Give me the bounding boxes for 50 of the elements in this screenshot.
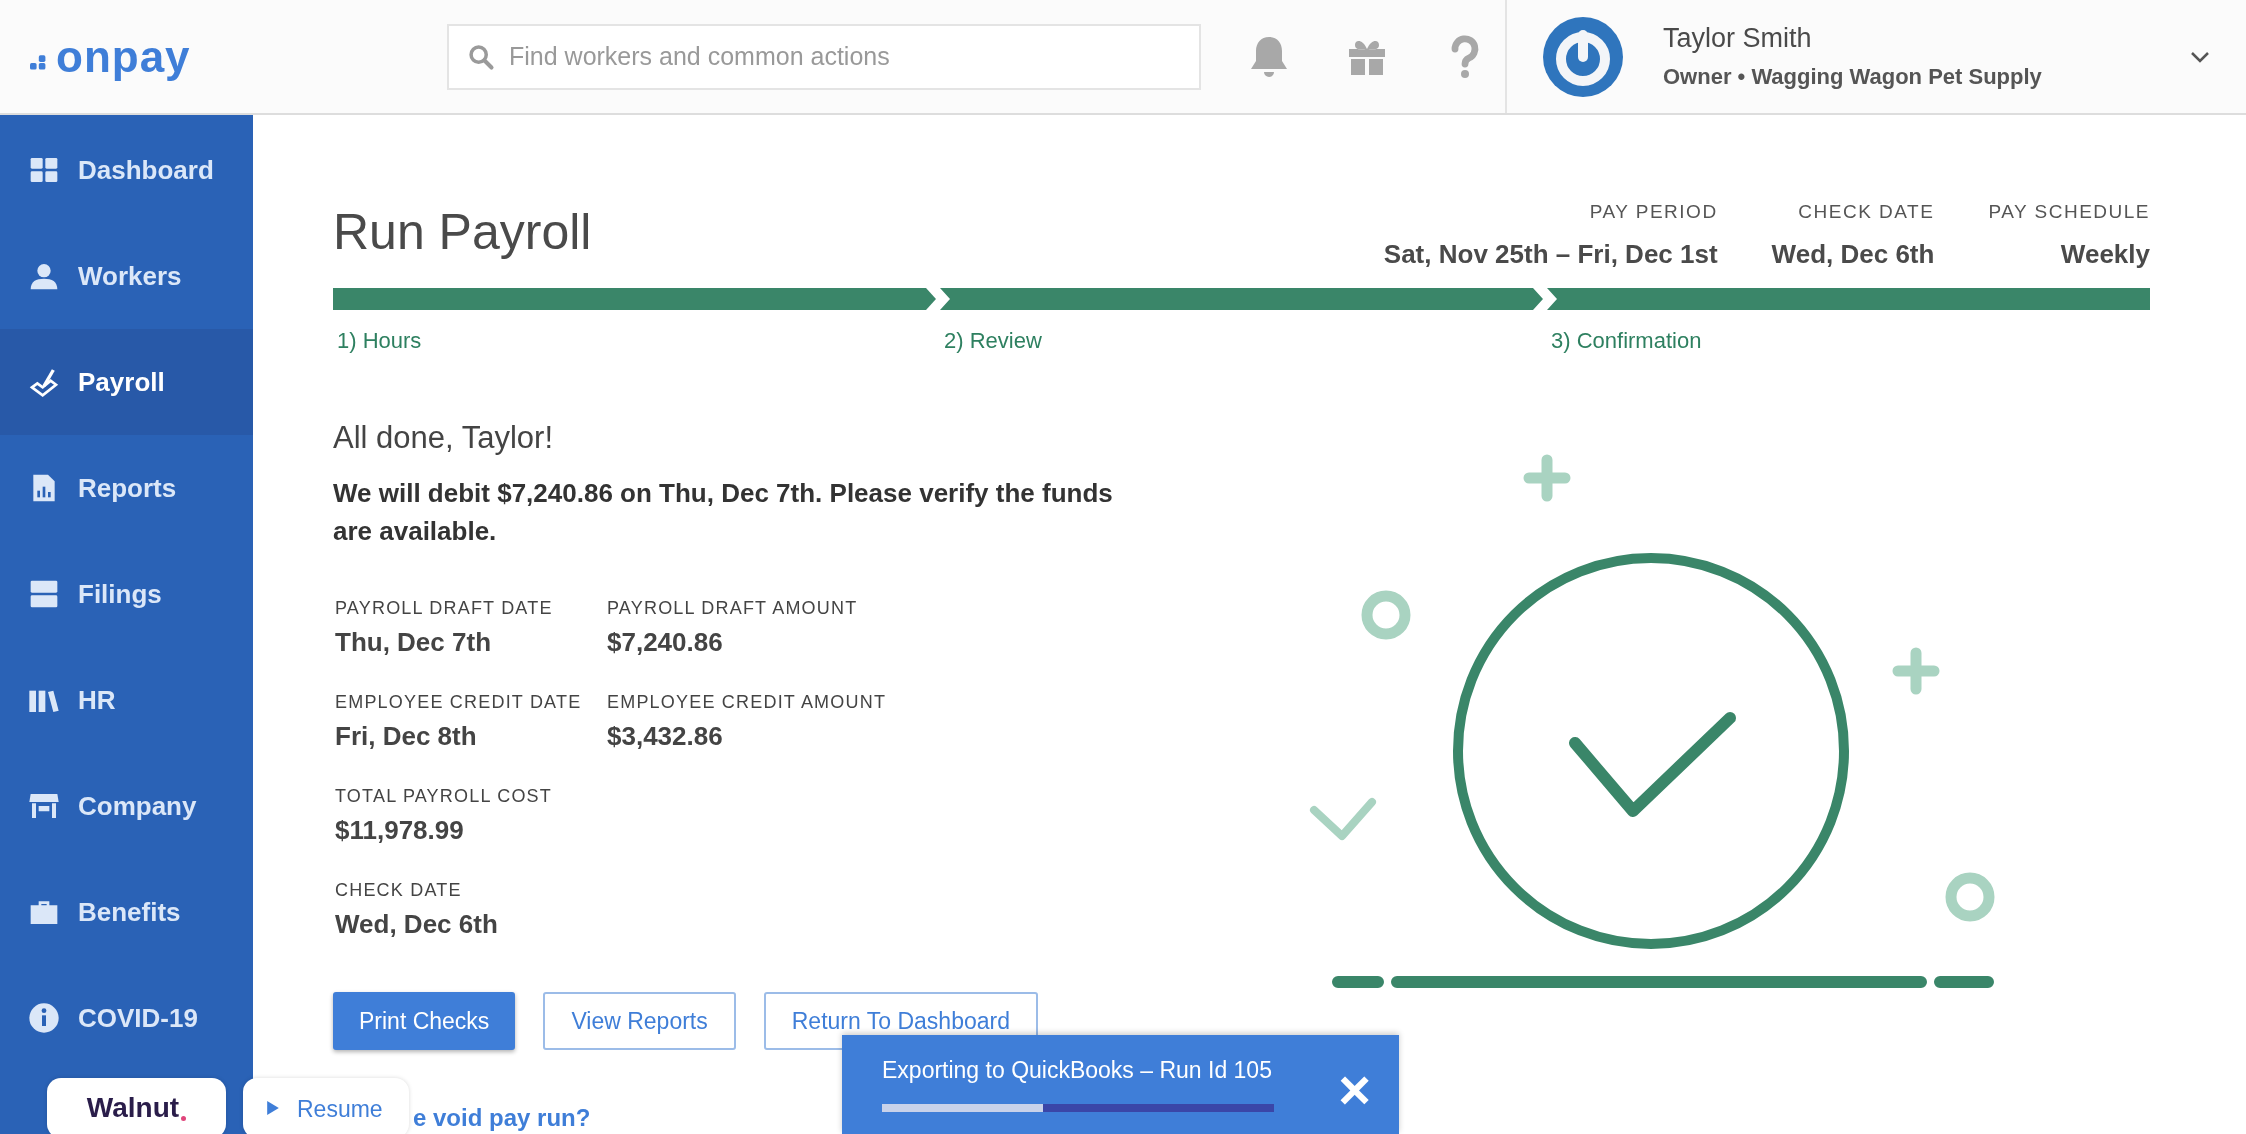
close-button[interactable]: × (1338, 1061, 1371, 1118)
void-link[interactable]: e void pay run? (413, 1104, 591, 1132)
detail-value: $7,240.86 (607, 627, 724, 658)
page-title: Run Payroll (333, 203, 592, 261)
detail-value: Wed, Dec 6th (335, 909, 499, 940)
sidebar-item[interactable]: COVID-19 (0, 965, 253, 1071)
detail-label: EMPLOYEE CREDIT AMOUNT (607, 692, 887, 713)
summary-value: Wed, Dec 6th (1771, 239, 1935, 270)
walnut-badge[interactable]: Walnut (47, 1078, 226, 1134)
summary-value: Weekly (2060, 239, 2150, 270)
toast-message: Exporting to QuickBooks – Run Id 105 (882, 1057, 1273, 1084)
sidebar-item[interactable]: Company (0, 753, 253, 859)
summary-value: Sat, Nov 25th – Fri, Dec 1st (1383, 239, 1718, 270)
print-button[interactable]: Print Checks (333, 992, 516, 1050)
avatar-icon[interactable] (1543, 16, 1623, 97)
detail-value: Fri, Dec 8th (335, 721, 478, 752)
sidebar-item[interactable]: Filings (0, 541, 253, 647)
search-icon (467, 42, 495, 71)
resume-button[interactable]: Resume (243, 1078, 409, 1134)
step-label[interactable]: 3) Confirmation (1547, 328, 2150, 354)
sidebar-item[interactable]: Benefits (0, 859, 253, 965)
success-heading: All done, Taylor! (333, 420, 554, 456)
detail-label: EMPLOYEE CREDIT DATE (335, 692, 583, 713)
summary-label: PAY PERIOD (1589, 201, 1718, 223)
cabinet-icon (28, 578, 60, 610)
detail-label: PAYROLL DRAFT DATE (335, 598, 554, 619)
step-label[interactable]: 2) Review (940, 328, 1543, 354)
summary-label: PAY SCHEDULE (1988, 201, 2150, 223)
user-role: Owner • Wagging Wagon Pet Supply (1663, 64, 2043, 90)
sidebar-item[interactable]: HR (0, 647, 253, 753)
action-button[interactable]: View Reports (543, 992, 736, 1050)
sidebar-item[interactable]: Dashboard (0, 117, 253, 223)
sidebar-item[interactable]: Reports (0, 435, 253, 541)
detail-label: CHECK DATE (335, 880, 463, 901)
sidebar-item[interactable]: Workers (0, 223, 253, 329)
step-label[interactable]: 1) Hours (333, 328, 936, 354)
detail-value: $3,432.86 (607, 721, 724, 752)
info-icon (28, 1002, 60, 1034)
debit-message: We will debit $7,240.86 on Thu, Dec 7th. Please verify the funds are available. (333, 477, 1114, 548)
detail-value: $11,978.99 (335, 815, 465, 846)
detail-label: PAYROLL DRAFT AMOUNT (607, 598, 859, 619)
onpay-logo[interactable]: onpay (0, 34, 420, 79)
chevron-down-icon[interactable] (2190, 50, 2210, 63)
user-name: Taylor Smith (1663, 23, 1813, 54)
sidebar-item[interactable]: Payroll (0, 329, 253, 435)
play-icon (267, 1101, 279, 1115)
search-field[interactable]: Find workers and common actions (447, 23, 1201, 90)
detail-value: Thu, Dec 7th (335, 627, 492, 658)
summary-label: CHECK DATE (1798, 201, 1935, 223)
detail-label: TOTAL PAYROLL COST (335, 786, 553, 807)
